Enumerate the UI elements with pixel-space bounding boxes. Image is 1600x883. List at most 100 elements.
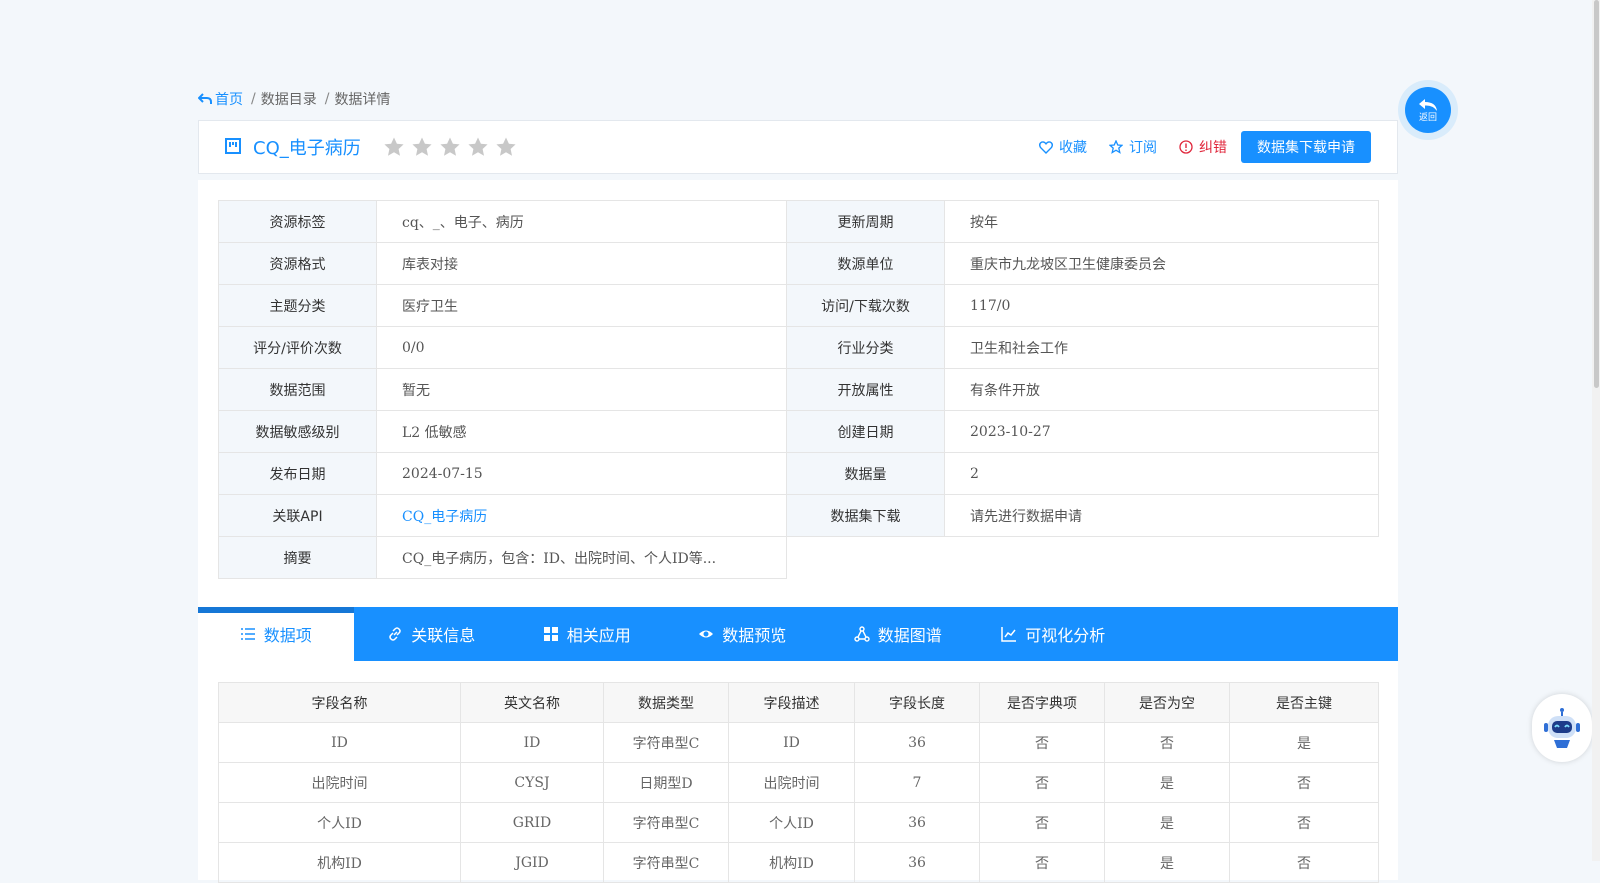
robot-icon: [1544, 708, 1580, 748]
line-chart-icon: [1001, 626, 1025, 642]
column-header: 字段名称: [218, 682, 461, 723]
metadata-row: 评分/评价次数 0/0 行业分类 卫生和社会工作: [218, 326, 1379, 369]
table-cell: 36: [854, 722, 980, 763]
metadata-label: 数据敏感级别: [218, 410, 377, 453]
table-row: 机构ID JGID 字符串型C 机构ID 36 否是否: [218, 842, 1379, 883]
metadata-row: 摘要 CQ_电子病历，包含：ID、出院时间、个人ID等...: [218, 536, 1379, 579]
metadata-row: 关联API CQ_电子病历 数据集下载 请先进行数据申请: [218, 494, 1379, 537]
table-cell: CYSJ: [460, 762, 604, 803]
table-cell: 36: [854, 842, 980, 883]
column-header: 数据类型: [603, 682, 729, 723]
table-cell: GRID: [460, 802, 604, 843]
table-cell: 机构ID: [728, 842, 855, 883]
metadata-value: 2: [944, 452, 1379, 495]
metadata-table: 资源标签 cq、_、电子、病历 更新周期 按年 资源格式 库表对接 数源单位 重庆市九龙坡区卫…: [218, 200, 1379, 579]
table-cell: 否: [1104, 722, 1230, 763]
metadata-value: L2 低敏感: [376, 410, 787, 453]
empty-cell: [786, 536, 1379, 579]
table-cell: 出院时间: [218, 762, 461, 803]
scrollbar-thumb[interactable]: [1594, 0, 1599, 388]
tab-eye[interactable]: 数据预览: [665, 607, 821, 661]
alert-circle-icon: [1179, 140, 1193, 154]
subscribe-label: 订阅: [1129, 140, 1157, 156]
table-cell: ID: [218, 722, 461, 763]
tab-link[interactable]: 关联信息: [354, 607, 510, 661]
metadata-label: 更新周期: [786, 200, 945, 243]
column-header: 是否字典项: [979, 682, 1105, 723]
rating-star-icon[interactable]: [495, 136, 517, 158]
metadata-value: 医疗卫生: [376, 284, 787, 327]
table-cell: 是: [1229, 722, 1379, 763]
breadcrumb: 首页 / 数据目录 / 数据详情: [198, 89, 390, 109]
metadata-value: 有条件开放: [944, 368, 1379, 411]
table-cell: 是: [1104, 762, 1230, 803]
metadata-value: 117/0: [944, 284, 1379, 327]
metadata-value: CQ_电子病历，包含：ID、出院时间、个人ID等...: [376, 536, 787, 579]
table-cell: 字符串型C: [603, 722, 729, 763]
list-icon: [240, 626, 264, 642]
metadata-value: 重庆市九龙坡区卫生健康委员会: [944, 242, 1379, 285]
metadata-label: 发布日期: [218, 452, 377, 495]
table-row: 个人ID GRID 字符串型C 个人ID 36 否是否: [218, 802, 1379, 843]
return-button[interactable]: 返回: [1398, 80, 1458, 140]
table-cell: 机构ID: [218, 842, 461, 883]
breadcrumb-separator: /: [324, 91, 330, 107]
related-api-link[interactable]: CQ_电子病历: [402, 509, 487, 525]
metadata-row: 数据范围 暂无 开放属性 有条件开放: [218, 368, 1379, 411]
tab-label: 数据图谱: [877, 626, 942, 645]
metadata-label: 评分/评价次数: [218, 326, 377, 369]
tab-bar: 数据项 关联信息 相关应用 数据预览 数据图谱 可视化分析: [198, 607, 1398, 661]
table-cell: 否: [979, 762, 1105, 803]
link-icon: [387, 626, 411, 642]
metadata-row: 主题分类 医疗卫生 访问/下载次数 117/0: [218, 284, 1379, 327]
breadcrumb-home-label: 首页: [215, 92, 243, 108]
table-cell: 个人ID: [218, 802, 461, 843]
rating-star-icon[interactable]: [439, 136, 461, 158]
metadata-value: 库表对接: [376, 242, 787, 285]
breadcrumb-home[interactable]: 首页: [198, 89, 243, 109]
table-cell: ID: [460, 722, 604, 763]
tab-label: 可视化分析: [1025, 626, 1106, 645]
column-header: 是否主键: [1229, 682, 1379, 723]
tab-grid[interactable]: 相关应用: [509, 607, 665, 661]
table-cell: 字符串型C: [603, 842, 729, 883]
favorite-button[interactable]: 收藏: [1039, 137, 1087, 157]
favorite-label: 收藏: [1059, 140, 1087, 156]
breadcrumb-item-catalog[interactable]: 数据目录: [261, 89, 317, 109]
metadata-label: 行业分类: [786, 326, 945, 369]
tab-label: 数据项: [263, 626, 312, 645]
table-cell: 是: [1104, 802, 1230, 843]
report-error-button[interactable]: 纠错: [1179, 137, 1227, 157]
table-cell: 否: [979, 842, 1105, 883]
chat-robot-button[interactable]: [1532, 694, 1592, 762]
subscribe-button[interactable]: 订阅: [1109, 137, 1157, 157]
metadata-label: 创建日期: [786, 410, 945, 453]
rating-star-icon[interactable]: [467, 136, 489, 158]
metadata-label: 数据范围: [218, 368, 377, 411]
metadata-row: 发布日期 2024-07-15 数据量 2: [218, 452, 1379, 495]
table-row: ID ID 字符串型C ID 36 否否是: [218, 722, 1379, 763]
breadcrumb-item-detail: 数据详情: [334, 92, 391, 108]
rating-stars[interactable]: [383, 136, 517, 158]
metadata-value: 暂无: [376, 368, 787, 411]
metadata-label: 数据量: [786, 452, 945, 495]
apply-download-button[interactable]: 数据集下载申请: [1241, 131, 1371, 163]
eye-icon: [698, 626, 722, 642]
metadata-label: 资源格式: [218, 242, 377, 285]
rating-star-icon[interactable]: [383, 136, 405, 158]
dataset-header: CQ_电子病历 收藏 订阅 纠错 数据集下载申请: [198, 120, 1398, 174]
table-cell: ID: [728, 722, 855, 763]
tab-line-chart[interactable]: 可视化分析: [976, 607, 1132, 661]
column-header: 字段长度: [854, 682, 980, 723]
grid-icon: [543, 626, 567, 642]
column-header: 字段描述: [728, 682, 855, 723]
metadata-label: 关联API: [218, 494, 377, 537]
rating-star-icon[interactable]: [411, 136, 433, 158]
heart-icon: [1039, 140, 1053, 154]
tab-graph[interactable]: 数据图谱: [820, 607, 976, 661]
metadata-label: 数源单位: [786, 242, 945, 285]
metadata-value: 按年: [944, 200, 1379, 243]
metadata-row: 数据敏感级别 L2 低敏感 创建日期 2023-10-27: [218, 410, 1379, 453]
tab-list[interactable]: 数据项: [198, 607, 354, 661]
table-cell: 否: [1229, 802, 1379, 843]
